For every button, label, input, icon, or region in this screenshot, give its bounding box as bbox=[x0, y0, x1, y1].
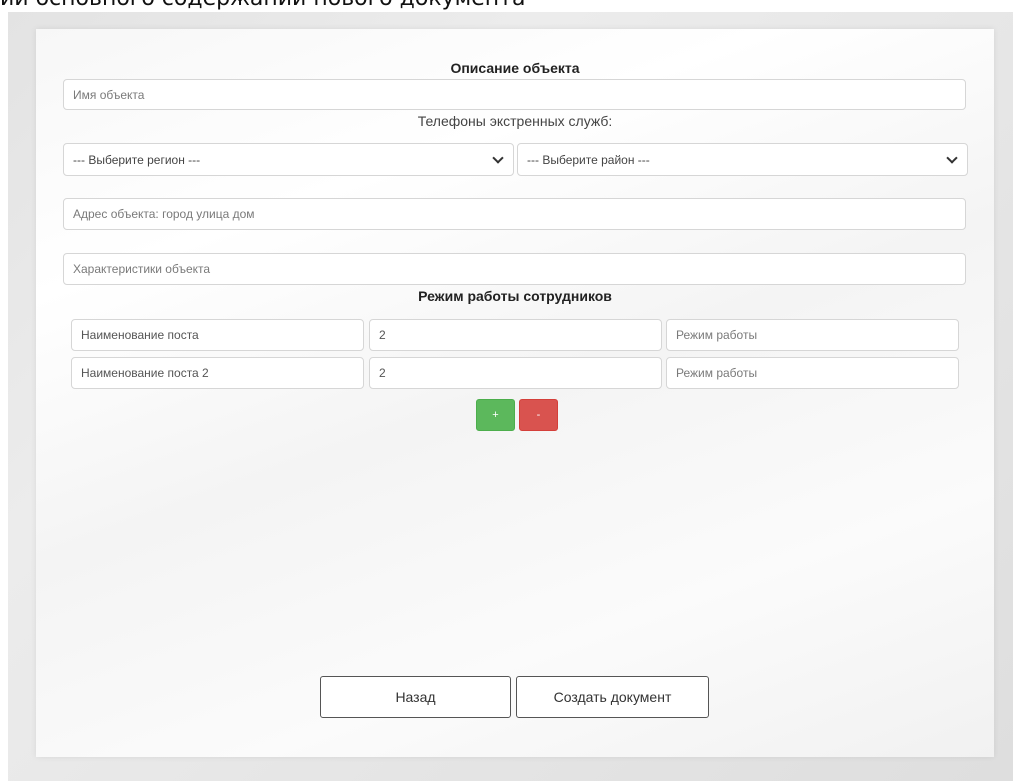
post-count-input[interactable] bbox=[369, 319, 662, 351]
remove-post-button[interactable]: - bbox=[519, 399, 558, 431]
post-mode-input[interactable] bbox=[666, 319, 959, 351]
page-caption: ии основного содержании нового документа bbox=[0, 0, 525, 11]
back-button[interactable]: Назад bbox=[320, 676, 511, 718]
chevron-down-icon bbox=[492, 151, 504, 164]
chevron-down-icon bbox=[946, 151, 958, 164]
form-title: Описание объекта bbox=[450, 60, 580, 76]
add-post-button[interactable]: + bbox=[476, 399, 515, 431]
district-select[interactable]: --- Выберите район --- bbox=[517, 143, 968, 176]
region-select-value: --- Выберите регион --- bbox=[73, 152, 201, 167]
object-name-input[interactable] bbox=[63, 79, 966, 110]
background-frame: Описание объекта Телефоны экстренных слу… bbox=[8, 12, 1013, 781]
district-select-value: --- Выберите район --- bbox=[527, 152, 650, 167]
address-input[interactable] bbox=[63, 198, 966, 230]
post-mode-input[interactable] bbox=[666, 357, 959, 389]
post-name-input[interactable] bbox=[71, 357, 364, 389]
create-document-button[interactable]: Создать документ bbox=[516, 676, 709, 718]
post-count-input[interactable] bbox=[369, 357, 662, 389]
characteristics-input[interactable] bbox=[63, 253, 966, 285]
schedule-title: Режим работы сотрудников bbox=[418, 288, 612, 304]
emergency-label: Телефоны экстренных служб: bbox=[417, 113, 613, 129]
post-name-input[interactable] bbox=[71, 319, 364, 351]
form-panel: Описание объекта Телефоны экстренных слу… bbox=[36, 29, 994, 757]
region-select[interactable]: --- Выберите регион --- bbox=[63, 143, 514, 176]
